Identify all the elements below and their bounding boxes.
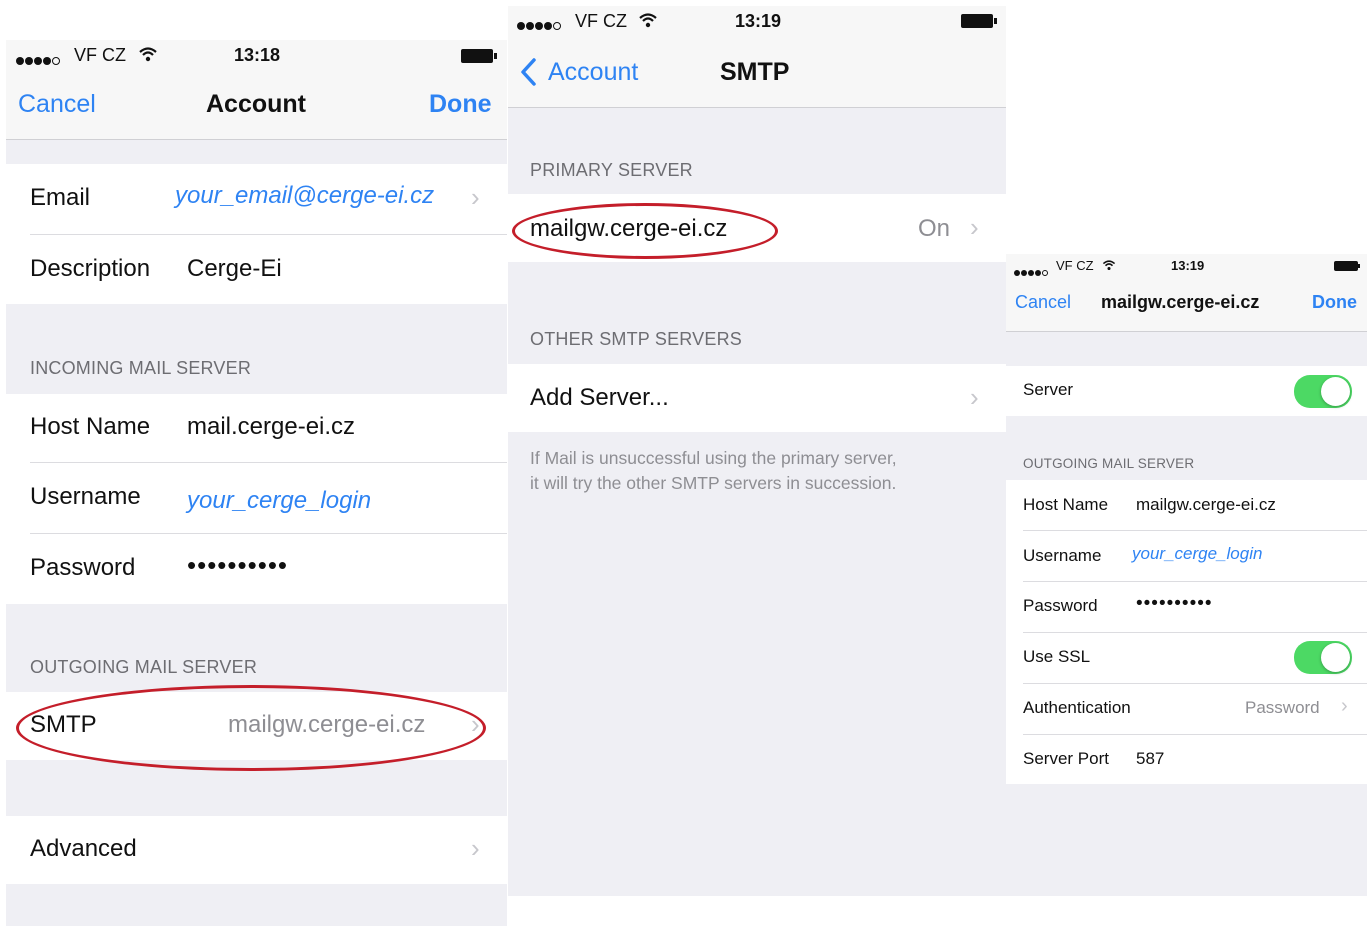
footer-note-line1: If Mail is unsuccessful using the primar… (530, 448, 897, 468)
outgoing-section-header: OUTGOING MAIL SERVER (30, 657, 258, 677)
authentication-row[interactable]: Authentication Password › (1006, 684, 1367, 734)
signal-dots-icon (16, 52, 60, 70)
server-port-value: 587 (1136, 749, 1165, 768)
host-name-value: mailgw.cerge-ei.cz (1136, 495, 1276, 514)
cancel-button[interactable]: Cancel (18, 90, 96, 119)
email-label: Email (30, 184, 91, 211)
chevron-right-icon: › (970, 382, 979, 412)
chevron-right-icon: › (471, 182, 480, 212)
wifi-icon (1102, 260, 1116, 271)
password-value: •••••••••• (1136, 593, 1213, 614)
host-name-row[interactable]: Host Name mailgw.cerge-ei.cz (1006, 480, 1367, 530)
smtp-screen: VF CZ 13:19 Account SMTP PRIMARY SERVER … (508, 6, 1006, 896)
host-name-row[interactable]: Host Name mail.cerge-ei.cz (6, 394, 507, 462)
back-label: Account (548, 58, 639, 86)
outgoing-section-header: OUTGOING MAIL SERVER (1023, 456, 1195, 471)
battery-nub (994, 18, 997, 24)
page-title: Account (206, 90, 306, 118)
password-label: Password (30, 554, 136, 581)
username-row[interactable]: Username your_cerge_login (1006, 531, 1367, 581)
incoming-group: Host Name mail.cerge-ei.cz Username your… (6, 394, 507, 604)
cancel-button[interactable]: Cancel (1015, 292, 1071, 313)
authentication-label: Authentication (1023, 698, 1131, 717)
signal-dots-icon (1014, 263, 1048, 281)
incoming-section-header: INCOMING MAIL SERVER (30, 358, 252, 378)
email-row[interactable]: Email your_email@cerge-ei.cz › (6, 164, 507, 234)
chevron-right-icon: › (471, 833, 480, 863)
status-bar: VF CZ 13:19 (508, 6, 1006, 40)
password-row[interactable]: Password •••••••••• (6, 534, 507, 604)
email-value: your_email@cerge-ei.cz (175, 182, 435, 209)
description-label: Description (30, 255, 151, 282)
username-row[interactable]: Username your_cerge_login (6, 463, 507, 533)
battery-icon (961, 14, 993, 28)
signal-dots-icon (517, 17, 561, 35)
password-row[interactable]: Password •••••••••• (1006, 582, 1367, 632)
host-name-label: Host Name (1023, 495, 1109, 514)
server-detail-screen: VF CZ 13:19 Cancel mailgw.cerge-ei.cz Do… (1006, 254, 1367, 896)
username-label: Username (30, 483, 141, 510)
battery-icon (461, 49, 493, 63)
account-screen: VF CZ 13:18 Cancel Account Done Email yo… (6, 40, 507, 926)
done-button[interactable]: Done (1312, 292, 1357, 313)
page-title: SMTP (720, 58, 790, 86)
username-value: your_cerge_login (1132, 544, 1263, 563)
advanced-label: Advanced (30, 835, 137, 862)
server-row: Server (1006, 366, 1367, 416)
nav-bar: Cancel mailgw.cerge-ei.cz Done (1006, 280, 1367, 332)
status-time: 13:19 (735, 11, 782, 31)
use-ssl-label: Use SSL (1023, 647, 1091, 666)
back-button[interactable]: Account (518, 54, 658, 90)
account-group: Email your_email@cerge-ei.cz › Descripti… (6, 164, 507, 304)
primary-server-status: On (918, 215, 951, 242)
use-ssl-row: Use SSL (1006, 633, 1367, 683)
nav-bar: Cancel Account Done (6, 74, 507, 140)
server-toggle[interactable] (1294, 375, 1352, 408)
primary-section-header: PRIMARY SERVER (530, 160, 693, 180)
status-time: 13:19 (1171, 258, 1205, 273)
advanced-row[interactable]: Advanced › (6, 816, 507, 884)
server-port-row[interactable]: Server Port 587 (1006, 735, 1367, 784)
carrier-label: VF CZ (1056, 258, 1094, 273)
username-value: your_cerge_login (187, 487, 372, 514)
add-server-label: Add Server... (530, 384, 669, 411)
chevron-left-icon (521, 58, 536, 86)
toggle-knob (1321, 643, 1350, 672)
footer-note-line2: it will try the other SMTP servers in su… (530, 473, 897, 493)
carrier-label: VF CZ (74, 45, 126, 65)
password-value: •••••••••• (187, 550, 289, 580)
server-label: Server (1023, 380, 1074, 399)
other-section-header: OTHER SMTP SERVERS (530, 329, 742, 349)
server-settings-group: Host Name mailgw.cerge-ei.cz Username yo… (1006, 480, 1367, 784)
highlight-ring (16, 685, 486, 771)
highlight-ring (512, 203, 778, 259)
authentication-value: Password (1245, 698, 1320, 717)
status-bar: VF CZ 13:19 (1006, 254, 1367, 280)
add-server-row[interactable]: Add Server... › (508, 364, 1006, 432)
status-bar: VF CZ 13:18 (6, 40, 507, 74)
done-button[interactable]: Done (429, 90, 492, 119)
toggle-knob (1321, 377, 1350, 406)
status-time: 13:18 (234, 45, 281, 65)
chevron-right-icon: › (1341, 695, 1348, 717)
use-ssl-toggle[interactable] (1294, 641, 1352, 674)
carrier-label: VF CZ (575, 11, 627, 31)
nav-bar: Account SMTP (508, 40, 1006, 108)
wifi-icon (139, 47, 157, 62)
host-name-label: Host Name (30, 413, 151, 440)
description-row[interactable]: Description Cerge-Ei (6, 235, 507, 304)
wifi-icon (639, 13, 657, 28)
battery-icon (1334, 261, 1358, 271)
page-title: mailgw.cerge-ei.cz (1101, 292, 1260, 312)
username-label: Username (1023, 546, 1102, 565)
chevron-right-icon: › (970, 212, 979, 242)
description-value: Cerge-Ei (187, 255, 282, 282)
server-port-label: Server Port (1023, 749, 1109, 768)
battery-nub (494, 53, 497, 59)
host-name-value: mail.cerge-ei.cz (187, 413, 356, 440)
battery-nub (1358, 264, 1360, 268)
password-label: Password (1023, 596, 1098, 615)
